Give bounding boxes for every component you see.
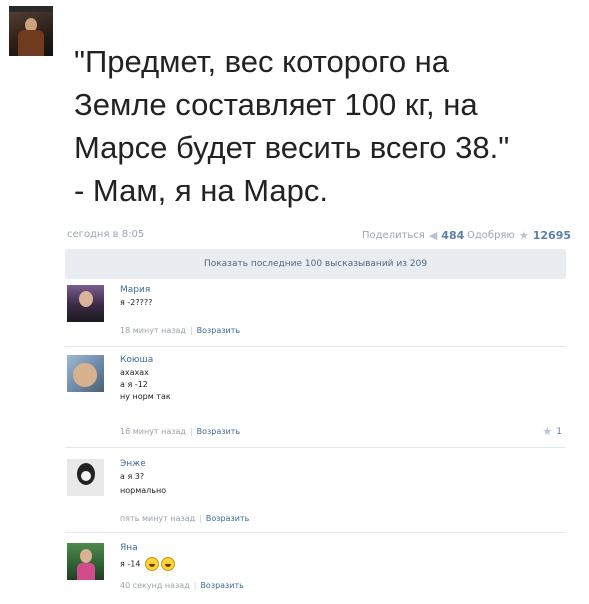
post-text: "Предмет, вес которого на Земле составля… [74,40,574,212]
comment-text: я -2???? [120,298,153,307]
comment-footer: пять минут назад | Возразить [120,514,250,523]
reply-link[interactable]: Возразить [197,427,240,436]
post-author-avatar[interactable] [9,6,53,56]
divider [65,532,566,533]
reply-link[interactable]: Возразить [200,581,243,590]
star-icon: ★ [518,228,529,242]
comment-time[interactable]: пять минут назад [120,514,195,523]
comment-footer: 16 минут назад | Возразить [120,427,241,436]
commenter-avatar[interactable] [67,459,104,496]
post-line: Земле составляет 100 кг, на [74,87,478,122]
comment-like-button[interactable]: ★ 1 [542,425,562,438]
avatar-bars [9,6,53,12]
comment-time[interactable]: 18 минут назад [120,326,186,335]
commenter-avatar[interactable] [67,285,104,322]
divider [65,447,566,448]
grin-emoji-icon [160,557,175,571]
post-line: - Мам, я на Марс. [74,173,329,208]
like-button[interactable]: Одобряю ★ 12695 [467,229,571,242]
comment-footer: 40 секунд назад | Возразить [120,581,244,590]
comment-footer: 18 минут назад | Возразить [120,326,241,335]
commenter-name[interactable]: Мария [120,285,150,295]
post-line: "Предмет, вес которого на [74,44,450,79]
commenter-name[interactable]: Яна [120,543,138,553]
commenter-avatar[interactable] [67,543,104,580]
comment-text: нормально [120,486,167,495]
like-count: 12695 [532,229,572,242]
share-count: 484 [441,229,465,242]
post-date[interactable]: сегодня в 8:05 [67,229,144,240]
comment-text: я -14 [120,559,141,569]
commenter-name[interactable]: Коюша [120,355,153,365]
comment-time[interactable]: 16 минут назад [120,427,186,436]
comment-text: ахахах [120,368,149,377]
reply-link[interactable]: Возразить [197,326,240,335]
comment-text: а я -12 [120,380,148,389]
avatar-body [18,30,44,56]
commenter-name[interactable]: Энже [120,459,146,469]
comment-text: а я 3? [120,472,145,481]
comment-like-count: 1 [556,427,562,437]
comment-text-row: я -14 [120,557,175,571]
share-label: Поделиться [362,230,425,241]
show-more-comments-button[interactable]: Показать последние 100 высказываний из 2… [65,249,566,279]
share-button[interactable]: Поделиться ◀ 484 [362,229,464,242]
divider [65,346,566,347]
star-icon: ★ [542,425,553,438]
post-line: Марсе будет весить всего 38." [74,130,510,165]
comment-text: ну норм так [120,392,171,401]
comment-time[interactable]: 40 секунд назад [120,581,190,590]
reply-link[interactable]: Возразить [206,514,249,523]
grin-emoji-icon [144,557,159,571]
megaphone-icon: ◀ [428,228,438,242]
commenter-avatar[interactable] [67,355,104,392]
like-label: Одобряю [467,230,515,241]
